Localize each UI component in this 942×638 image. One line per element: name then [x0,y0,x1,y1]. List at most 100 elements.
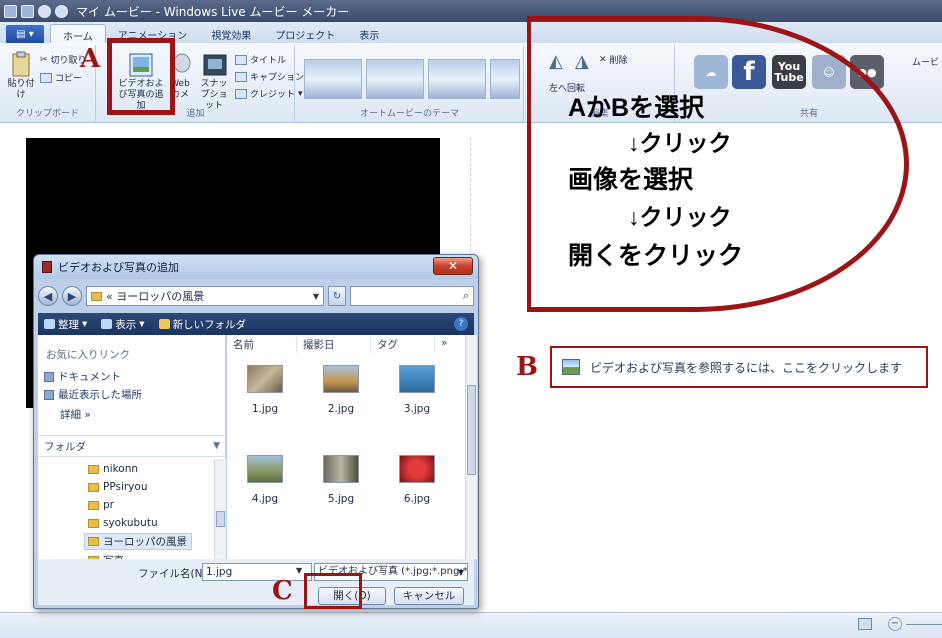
annotation-letter-b: B [516,352,538,382]
file-item[interactable]: 4.jpg [235,455,295,505]
title-icon [235,54,247,65]
undo-icon[interactable] [38,4,51,18]
theme-thumbnail[interactable] [490,59,520,99]
thumbnail-size-icon[interactable] [858,618,872,630]
tree-item[interactable]: pr [88,499,114,511]
zoom-slider[interactable] [906,624,942,625]
zoom-out-icon[interactable]: − [888,617,902,631]
new-folder-button[interactable]: 新しいフォルダ [158,317,247,332]
redo-icon[interactable] [55,4,68,18]
refresh-icon: ↻ [332,290,342,302]
tree-item[interactable]: syokubutu [88,517,158,529]
dialog-footer: ファイル名(N): 1.jpg ▼ ビデオおよび写真 (*.jpg;*.png;… [38,559,474,605]
file-thumbnail [323,365,359,393]
tree-item[interactable]: PPsiryou [88,481,147,493]
file-list-scrollbar[interactable] [465,335,477,559]
refresh-button[interactable]: ↻ [328,286,346,306]
folders-header[interactable]: フォルダ ▼ [38,435,226,457]
search-input[interactable]: ⌕ [350,286,474,306]
themes-group-label: オートムービーのテーマ [359,109,459,119]
column-tags[interactable]: タグ [371,337,435,353]
cancel-button[interactable]: キャンセル [394,587,464,605]
more-columns[interactable]: » [435,337,463,353]
caption-button[interactable]: キャプション [235,70,304,83]
copy-label: コピー [55,74,83,84]
details-link[interactable]: 詳細 » [60,407,91,422]
column-date[interactable]: 撮影日 [297,337,371,353]
credit-icon [235,88,247,99]
forward-button[interactable]: ▶ [62,286,82,306]
organize-label: 整理 [58,318,79,331]
chevron-down-icon: ▼ [213,441,220,451]
file-list: 名前 撮影日 タグ » 1.jpg 2.jpg 3.jpg 4.jpg 5.jp… [227,335,465,559]
file-item[interactable]: 3.jpg [387,365,447,415]
folder-icon [158,319,170,329]
tree-item-selected[interactable]: ヨーロッパの風景 [84,533,192,550]
file-item[interactable]: 2.jpg [311,365,371,415]
folder-icon [88,537,99,546]
organize-menu[interactable]: 整理 ▾ [44,317,87,332]
file-item[interactable]: 1.jpg [235,365,295,415]
caption-icon [235,71,247,82]
folder-icon [88,482,99,492]
paste-icon [12,51,30,77]
folders-header-label: フォルダ [44,440,86,453]
tab-project[interactable]: プロジェクト [263,24,347,43]
instruction-line-5: 開くをクリック [568,242,744,270]
file-thumbnail [247,365,283,393]
address-path: « ヨーロッパの風景 [106,290,205,303]
browse-media-prompt[interactable]: ビデオおよび写真を参照するには、ここをクリックします [550,346,928,388]
view-label: 表示 [115,318,137,331]
file-name: 1.jpg [251,403,279,415]
title-button[interactable]: タイトル [235,53,286,66]
copy-button[interactable]: コピー [40,71,82,84]
scrollbar-thumb[interactable] [216,511,225,527]
dialog-titlebar: ビデオおよび写真の追加 ✕ [34,255,478,279]
file-item[interactable]: 6.jpg [387,455,447,505]
paste-button[interactable]: 貼り付け [6,51,36,101]
scrollbar-thumb[interactable] [467,385,476,475]
view-menu[interactable]: 表示 ▾ [101,317,145,332]
tree-item-label: PPsiryou [103,481,148,493]
tree-scrollbar[interactable] [214,459,226,559]
file-name: 5.jpg [327,493,355,505]
favorite-label: ドキュメント [58,371,121,383]
back-button[interactable]: ◀ [38,286,58,306]
chevron-down-icon: ▾ [82,318,88,330]
theme-thumbnail[interactable] [366,59,424,99]
address-bar[interactable]: « ヨーロッパの風景 ▼ [86,286,324,306]
new-folder-label: 新しいフォルダ [172,318,247,331]
file-name: 4.jpg [251,493,279,505]
status-bar: − [0,612,942,638]
instruction-line-3: 画像を選択 [568,166,694,194]
tree-item-label: syokubutu [103,517,158,529]
organize-icon [44,319,55,329]
tree-item[interactable]: nikonn [88,463,138,475]
save-icon[interactable] [21,4,34,18]
view-icon [101,319,113,329]
window-title: マイ ムービー - Windows Live ムービー メーカー [76,4,350,19]
file-item[interactable]: 5.jpg [311,455,371,505]
close-icon: ✕ [447,259,459,273]
app-menu-button[interactable]: ▤ ▾ [6,25,44,43]
chevron-down-icon[interactable]: ▼ [296,566,302,575]
tab-view[interactable]: 表示 [347,24,391,43]
theme-thumbnail[interactable] [304,59,362,99]
tab-home[interactable]: ホーム [50,24,106,43]
column-name[interactable]: 名前 [227,337,297,353]
dialog-title: ビデオおよび写真の追加 [58,261,179,274]
help-button[interactable]: ? [454,317,468,331]
app-icon[interactable] [4,4,17,18]
snapshot-button[interactable]: スナップショット [197,53,233,112]
add-media-dialog: ビデオおよび写真の追加 ✕ ◀ ▶ « ヨーロッパの風景 ▼ ↻ ⌕ 整理 ▾ 表… [33,254,479,609]
instruction-line-4: ↓クリック [628,204,732,230]
chevron-down-icon[interactable]: ▼ [309,292,323,301]
favorite-documents[interactable]: ドキュメント [44,369,121,384]
credit-button[interactable]: クレジット ▾ [235,87,303,100]
favorite-recent[interactable]: 最近表示した場所 [44,387,142,402]
annotation-box-c [304,573,362,609]
close-button[interactable]: ✕ [433,257,473,275]
theme-thumbnail[interactable] [428,59,486,99]
tab-visual-effects[interactable]: 視覚効果 [199,24,263,43]
save-movie-button[interactable]: ムービーの保存 [912,55,938,68]
